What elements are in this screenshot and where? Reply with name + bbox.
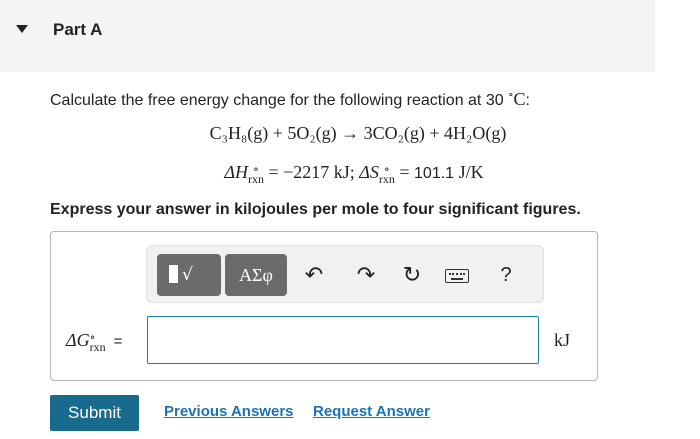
- dh-value: = −2217: [268, 162, 330, 182]
- dg-symbol: ΔG: [66, 330, 90, 350]
- reaction-equation: C₃H₈(g) + 5O₂(g) → 3CO₂(g) + 4H₂O(g): [8, 123, 700, 144]
- caret-down-icon[interactable]: [16, 25, 28, 33]
- reset-icon[interactable]: ↻: [399, 260, 425, 290]
- ds-unit: J/K: [458, 162, 484, 182]
- part-header[interactable]: Part A: [0, 0, 655, 72]
- part-title: Part A: [53, 20, 103, 39]
- symbols-button[interactable]: ΑΣφ: [225, 254, 287, 296]
- previous-answers-link[interactable]: Previous Answers: [164, 403, 294, 420]
- answer-unit: kJ: [554, 330, 571, 350]
- templates-button[interactable]: √: [157, 254, 221, 296]
- question-prefix: Calculate the free energy change for the…: [50, 92, 504, 109]
- ds-eq: =: [399, 162, 410, 182]
- instruction-text: Express your answer in kilojoules per mo…: [50, 201, 581, 218]
- keyboard-glyph: [445, 269, 469, 283]
- template-box-icon: [169, 265, 178, 283]
- question-text: Calculate the free energy change for the…: [50, 88, 530, 110]
- thermo-data: ΔH ∘ rxn = −2217 kJ; ΔS ∘ rxn = 101.1 J/K: [4, 162, 700, 186]
- dh-sub: rxn: [247, 171, 264, 186]
- reaction-lhs: C₃H₈(g) + 5O₂(g): [209, 123, 337, 143]
- submit-button[interactable]: Submit: [50, 395, 139, 431]
- redo-icon[interactable]: ↷: [353, 260, 379, 290]
- answer-label: ΔG ∘ rxn =: [66, 330, 123, 354]
- question-suffix: :: [525, 92, 530, 109]
- ds-value: 101.1: [414, 165, 455, 182]
- celsius-unit: C: [513, 89, 526, 109]
- dg-eq: =: [113, 333, 123, 350]
- dh-symbol: ΔH: [224, 162, 248, 182]
- sqrt-icon: √: [182, 265, 193, 285]
- request-answer-link[interactable]: Request Answer: [313, 403, 430, 420]
- keyboard-icon[interactable]: [443, 260, 471, 290]
- dh-unit: kJ;: [333, 162, 360, 182]
- undo-icon[interactable]: ↶: [301, 260, 327, 290]
- answer-input[interactable]: [147, 316, 539, 364]
- reaction-arrow: →: [341, 123, 360, 143]
- question-temp-unit: ∘C: [508, 89, 525, 109]
- dg-sub: rxn: [89, 339, 106, 354]
- ds-sub: rxn: [378, 171, 395, 186]
- ds-symbol: ΔS: [359, 162, 379, 182]
- math-toolbar: √ ΑΣφ ↶ ↷ ↻ ?: [146, 245, 544, 303]
- reaction-rhs: 3CO₂(g) + 4H₂O(g): [363, 123, 507, 143]
- help-icon[interactable]: ?: [493, 260, 519, 290]
